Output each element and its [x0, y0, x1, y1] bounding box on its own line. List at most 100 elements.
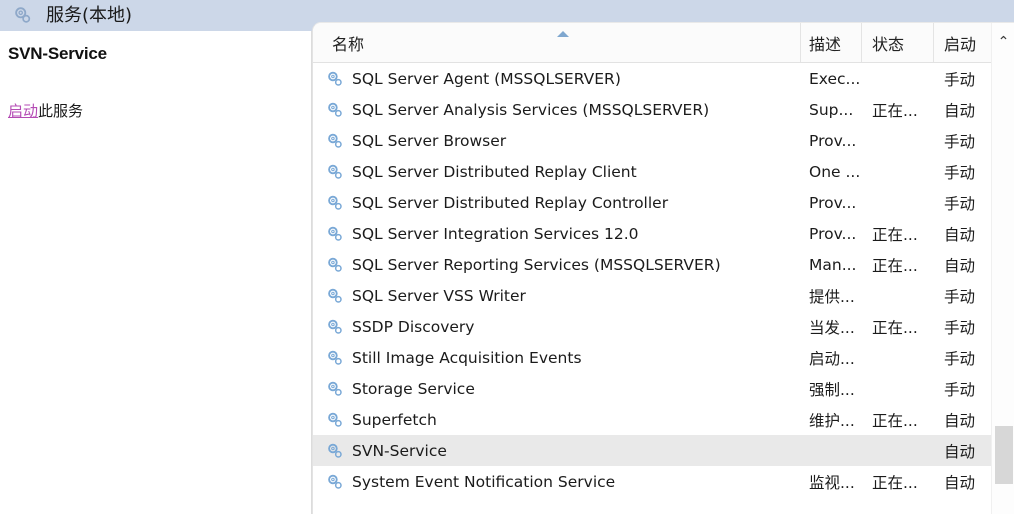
service-name-label: Superfetch — [352, 410, 437, 429]
cell-startup-type: 手动 — [944, 380, 976, 399]
table-row[interactable]: SSDP Discovery 当发... 正在... 手动 — [313, 311, 992, 342]
services-list-rows: SQL Server Agent (MSSQLSERVER) Exec... 手动 S… — [313, 63, 992, 514]
service-gear-icon — [15, 6, 31, 23]
cell-description: Sup... — [809, 100, 854, 119]
table-row[interactable]: SQL Server Reporting Services (MSSQLSERV… — [313, 249, 992, 280]
cell-service-name: Storage Service — [313, 373, 801, 404]
service-action-line: 启动此服务 — [8, 100, 83, 121]
cell-service-name: SSDP Discovery — [313, 311, 801, 342]
cell-startup-type: 手动 — [944, 349, 976, 368]
cell-startup-type: 自动 — [944, 442, 976, 461]
table-row[interactable]: SQL Server Integration Services 12.0 Prov… — [313, 218, 992, 249]
cell-service-name: Still Image Acquisition Events — [313, 342, 801, 373]
cell-status — [862, 280, 934, 311]
cell-status — [862, 342, 934, 373]
selected-service-title: SVN-Service — [8, 44, 107, 63]
cell-startup-type: 手动 — [944, 132, 976, 151]
cell-startup-type: 手动 — [944, 70, 976, 89]
cell-startup-type: 手动 — [944, 318, 976, 337]
service-details-pane: SVN-Service 启动此服务 — [0, 31, 312, 514]
cell-status — [862, 156, 934, 187]
cell-status — [862, 125, 934, 156]
column-header-name-label: 名称 — [332, 34, 365, 54]
start-service-link[interactable]: 启动 — [8, 102, 38, 120]
list-column-header: 名称 描述 状态 启动 — [313, 23, 1014, 63]
table-row[interactable]: SQL Server Browser Prov... 手动 — [313, 125, 992, 156]
column-header-status[interactable]: 状态 — [862, 23, 934, 62]
table-row[interactable]: SQL Server Agent (MSSQLSERVER) Exec... 手动 — [313, 63, 992, 94]
service-name-label: SQL Server Integration Services 12.0 — [352, 224, 639, 243]
table-row[interactable]: System Event Notification Service 监视... 正在… — [313, 466, 992, 497]
cell-description: One ... — [809, 162, 861, 181]
service-gear-icon — [328, 133, 342, 148]
cell-service-name: SQL Server Integration Services 12.0 — [313, 218, 801, 249]
cell-description: 维护... — [809, 411, 855, 430]
table-row[interactable]: SQL Server VSS Writer 提供... 手动 — [313, 280, 992, 311]
service-gear-icon — [328, 257, 342, 272]
service-gear-icon — [328, 102, 342, 117]
cell-service-name: SVN-Service — [313, 435, 801, 466]
service-gear-icon — [328, 71, 342, 86]
cell-description: Man... — [809, 255, 857, 274]
service-name-label: SQL Server Reporting Services (MSSQLSERV… — [352, 255, 721, 274]
service-gear-icon — [328, 381, 342, 396]
service-name-label: SQL Server Agent (MSSQLSERVER) — [352, 69, 621, 88]
service-name-label: SQL Server Analysis Services (MSSQLSERVE… — [352, 100, 710, 119]
service-name-label: SQL Server Distributed Replay Controller — [352, 193, 669, 212]
cell-description: Prov... — [809, 193, 857, 212]
cell-service-name: Superfetch — [313, 404, 801, 435]
cell-status: 正在... — [872, 256, 918, 275]
column-header-status-label: 状态 — [872, 34, 905, 54]
scrollbar-thumb[interactable] — [995, 426, 1013, 484]
cell-description: 提供... — [809, 287, 855, 306]
cell-startup-type: 自动 — [944, 473, 976, 492]
cell-service-name: SQL Server VSS Writer — [313, 280, 801, 311]
table-row[interactable]: Still Image Acquisition Events 启动... 手动 — [313, 342, 992, 373]
service-gear-icon — [328, 164, 342, 179]
column-header-description[interactable]: 描述 — [801, 23, 862, 62]
service-name-label: SQL Server Distributed Replay Client — [352, 162, 637, 181]
services-console-window: 服务(本地) SVN-Service 启动此服务 名称 描述 状态 启动 SQL… — [0, 0, 1014, 514]
services-list-pane: 名称 描述 状态 启动 SQL Server Agent (MSSQLSERVE… — [312, 22, 1014, 514]
cell-startup-type: 手动 — [944, 287, 976, 306]
service-name-label: SVN-Service — [352, 441, 447, 460]
cell-status — [862, 373, 934, 404]
service-gear-icon — [328, 226, 342, 241]
console-title: 服务(本地) — [46, 4, 133, 26]
cell-description: Exec... — [809, 69, 861, 88]
service-gear-icon — [328, 319, 342, 334]
vertical-scrollbar[interactable]: ⌃ — [991, 23, 1014, 514]
cell-status: 正在... — [872, 101, 918, 120]
cell-startup-type: 自动 — [944, 411, 976, 430]
cell-status — [862, 435, 934, 466]
cell-description: 启动... — [809, 349, 855, 368]
cell-service-name: SQL Server Browser — [313, 125, 801, 156]
cell-service-name: SQL Server Reporting Services (MSSQLSERV… — [313, 249, 801, 280]
cell-description: 监视... — [809, 473, 855, 492]
cell-startup-type: 手动 — [944, 194, 976, 213]
table-row[interactable]: SQL Server Distributed Replay Controller… — [313, 187, 992, 218]
column-header-startup[interactable]: 启动 — [934, 23, 992, 62]
service-name-label: System Event Notification Service — [352, 472, 616, 491]
table-row[interactable]: Superfetch 维护... 正在... 自动 — [313, 404, 992, 435]
cell-status — [862, 187, 934, 218]
cell-startup-type: 手动 — [944, 163, 976, 182]
cell-description: Prov... — [809, 224, 857, 243]
start-service-suffix: 此服务 — [38, 102, 84, 120]
service-name-label: SSDP Discovery — [352, 317, 475, 336]
table-row[interactable]: SQL Server Distributed Replay Client One … — [313, 156, 992, 187]
service-gear-icon — [328, 412, 342, 427]
service-gear-icon — [328, 195, 342, 210]
cell-startup-type: 自动 — [944, 225, 976, 244]
service-gear-icon — [328, 474, 342, 489]
column-header-name[interactable]: 名称 — [313, 23, 801, 62]
cell-service-name: SQL Server Distributed Replay Client — [313, 156, 801, 187]
service-name-label: SQL Server Browser — [352, 131, 507, 150]
service-name-label: SQL Server VSS Writer — [352, 286, 526, 305]
table-row[interactable]: SQL Server Analysis Services (MSSQLSERVE… — [313, 94, 992, 125]
cell-status: 正在... — [872, 225, 918, 244]
cell-status: 正在... — [872, 411, 918, 430]
table-row[interactable]: Storage Service 强制... 手动 — [313, 373, 992, 404]
table-row[interactable]: SVN-Service 自动 — [313, 435, 992, 466]
scrollbar-up-arrow-icon[interactable]: ⌃ — [992, 31, 1014, 53]
